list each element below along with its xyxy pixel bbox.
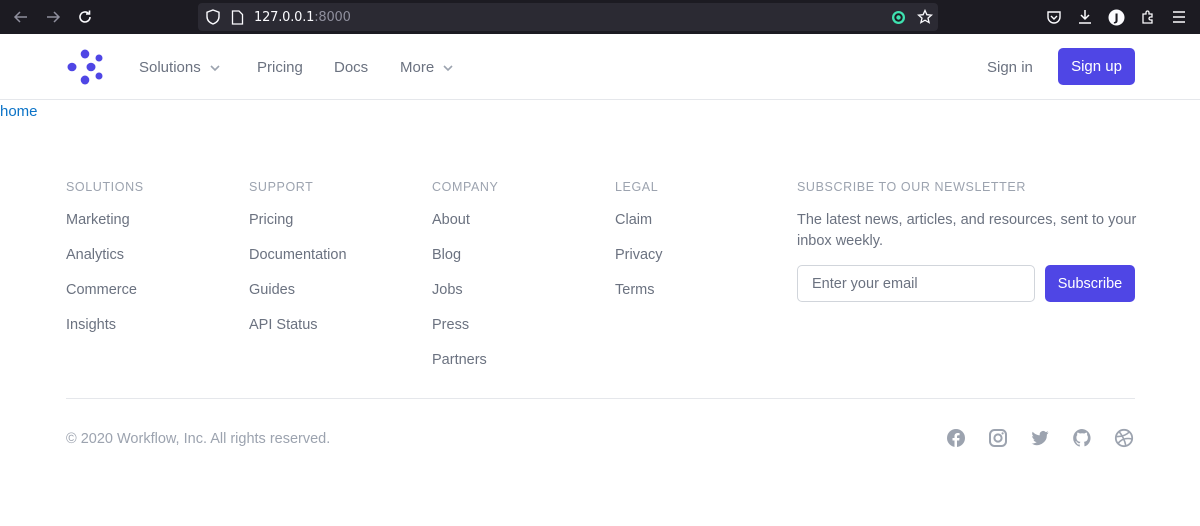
instagram-icon[interactable] (988, 428, 1008, 448)
pocket-icon[interactable] (1045, 8, 1063, 26)
nav-docs[interactable]: Docs (334, 59, 368, 76)
url-host: 127.0.0.1 (254, 10, 315, 25)
twitter-icon[interactable] (1030, 428, 1050, 448)
profile-initial: J (1113, 11, 1118, 24)
footer-link[interactable]: Jobs (432, 282, 463, 298)
footer-col-title-solutions: Solutions (66, 180, 144, 194)
footer-link[interactable]: Claim (615, 212, 652, 228)
sign-in-link[interactable]: Sign in (987, 59, 1033, 76)
footer-link[interactable]: Partners (432, 352, 487, 368)
email-input[interactable] (797, 265, 1035, 302)
menu-icon[interactable] (1170, 8, 1188, 26)
footer-col-title-support: Support (249, 180, 314, 194)
footer-link[interactable]: Commerce (66, 282, 137, 298)
forward-arrow-icon[interactable] (43, 7, 63, 27)
footer-link[interactable]: Blog (432, 247, 461, 263)
nav-more-label: More (400, 59, 435, 76)
subscribe-button[interactable]: Subscribe (1045, 265, 1135, 302)
star-icon[interactable] (916, 8, 934, 26)
chevron-down-icon (210, 64, 220, 71)
footer-link[interactable]: About (432, 212, 470, 228)
download-icon[interactable] (1076, 8, 1094, 26)
footer-link[interactable]: Privacy (615, 247, 663, 263)
footer-link[interactable]: Insights (66, 317, 116, 333)
page-icon (229, 9, 245, 25)
home-link[interactable]: home (0, 103, 38, 120)
nav-docs-label: Docs (334, 59, 369, 76)
shield-icon[interactable] (204, 8, 222, 26)
extension-status-icon[interactable] (890, 9, 906, 25)
copyright-text: © 2020 Workflow, Inc. All rights reserve… (66, 431, 331, 447)
nav-more[interactable]: More (400, 59, 454, 76)
nav-solutions-label: Solutions (139, 59, 201, 76)
sign-up-button[interactable]: Sign up (1058, 48, 1135, 85)
footer-col-title-company: Company (432, 180, 499, 194)
profile-icon[interactable]: J (1107, 8, 1125, 26)
reload-icon[interactable] (75, 7, 95, 27)
url-bar[interactable]: 127.0.0.1:8000 (198, 3, 938, 31)
footer-link[interactable]: Terms (615, 282, 654, 298)
footer-link[interactable]: Press (432, 317, 469, 333)
nav-pricing-label: Pricing (257, 59, 303, 76)
url-port: :8000 (314, 10, 351, 25)
footer-link[interactable]: Marketing (66, 212, 130, 228)
footer-link[interactable]: Guides (249, 282, 295, 298)
site-header: Solutions Pricing Docs More Sign in Sign… (0, 34, 1200, 100)
footer-link[interactable]: Documentation (249, 247, 347, 263)
newsletter-title: Subscribe to our newsletter (797, 180, 1026, 194)
nav-pricing[interactable]: Pricing (257, 59, 303, 76)
back-arrow-icon[interactable] (11, 7, 31, 27)
footer-divider (66, 398, 1135, 399)
chevron-down-icon (443, 64, 453, 71)
footer-link[interactable]: Analytics (66, 247, 124, 263)
workflow-logo-icon[interactable] (66, 48, 104, 86)
github-icon[interactable] (1072, 428, 1092, 448)
nav-solutions[interactable]: Solutions (139, 59, 221, 76)
browser-toolbar: 127.0.0.1:8000 J (0, 0, 1200, 34)
url-text: 127.0.0.1:8000 (254, 10, 351, 25)
facebook-icon[interactable] (946, 428, 966, 448)
footer-link[interactable]: API Status (249, 317, 318, 333)
footer-col-title-legal: Legal (615, 180, 659, 194)
dribbble-icon[interactable] (1114, 428, 1134, 448)
footer-link[interactable]: Pricing (249, 212, 293, 228)
extensions-icon[interactable] (1139, 8, 1157, 26)
newsletter-text: The latest news, articles, and resources… (797, 212, 1137, 249)
